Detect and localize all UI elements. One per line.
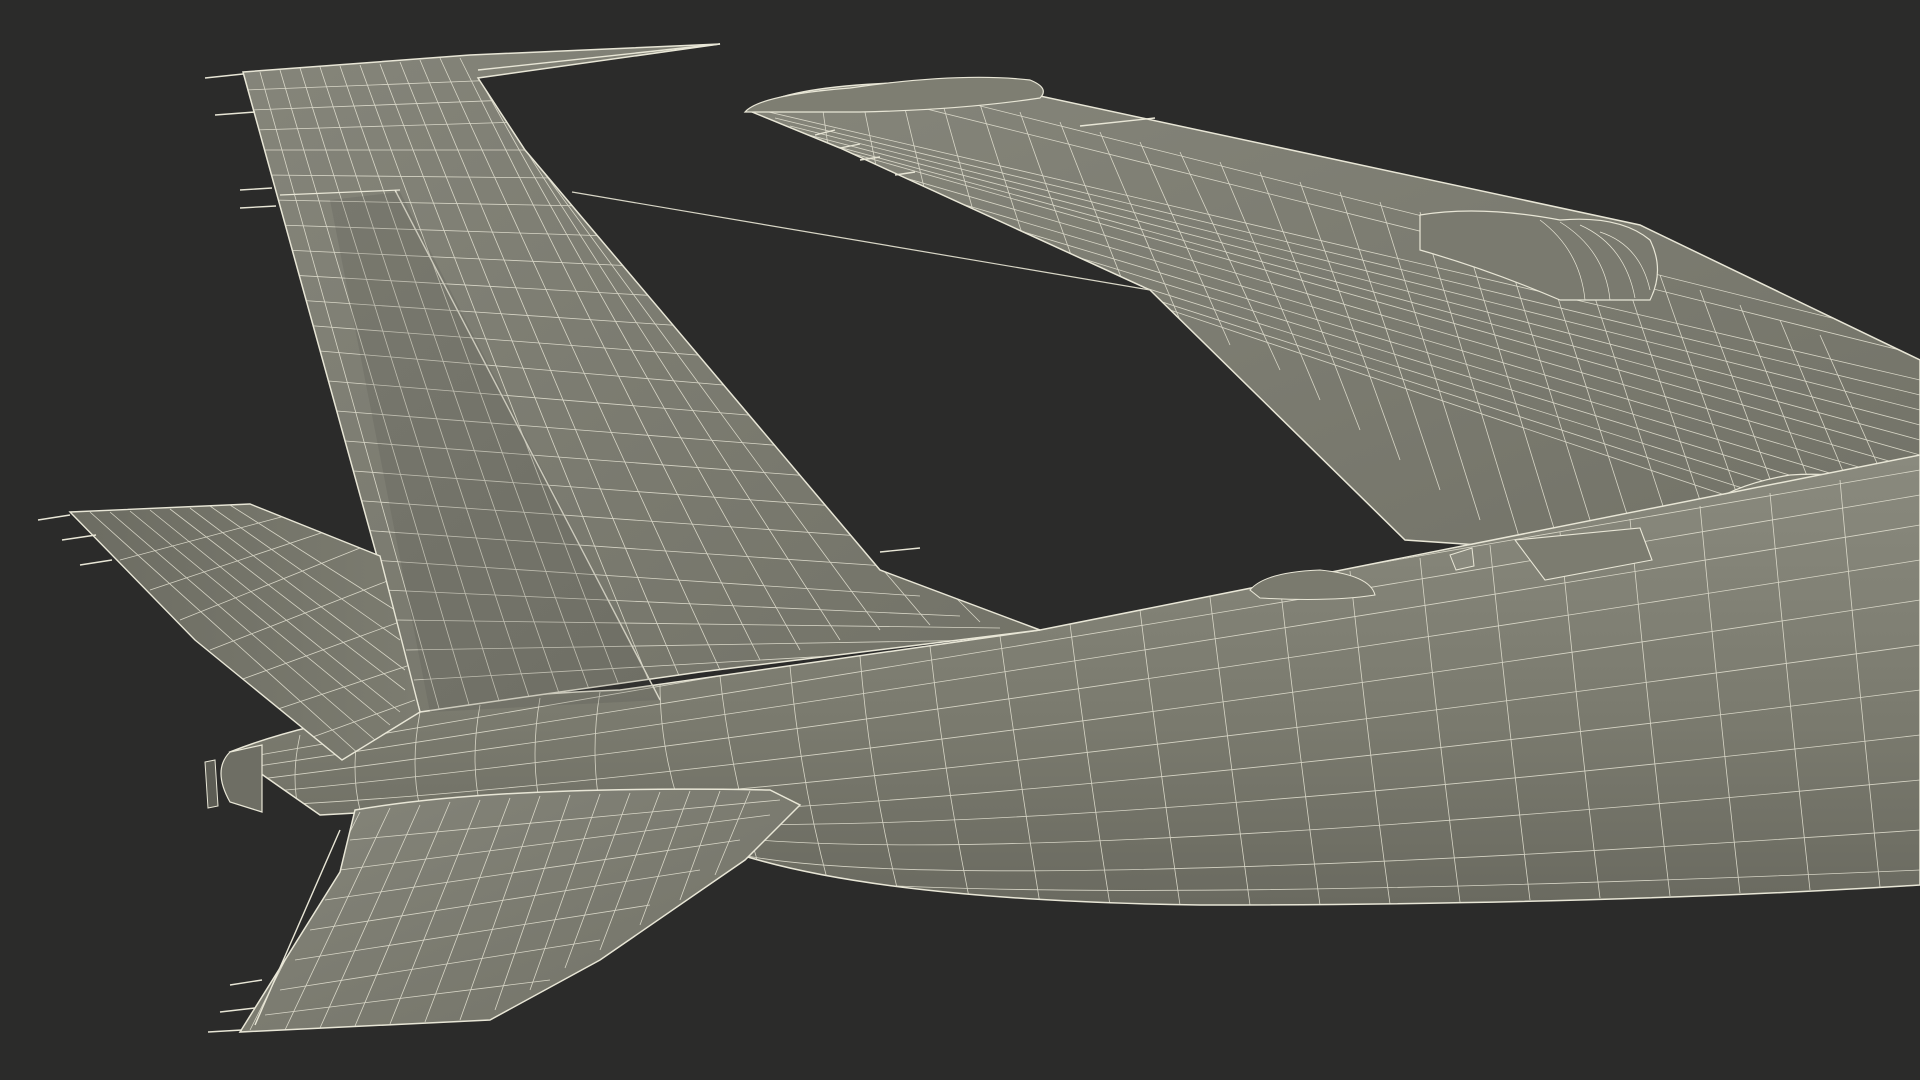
wireframe-render [37,43,1920,1033]
right-wing [743,76,1920,561]
render-viewport [0,0,1920,1080]
horizontal-stabilizer-left [37,503,421,761]
horizontal-stabilizer-right [207,788,802,1033]
